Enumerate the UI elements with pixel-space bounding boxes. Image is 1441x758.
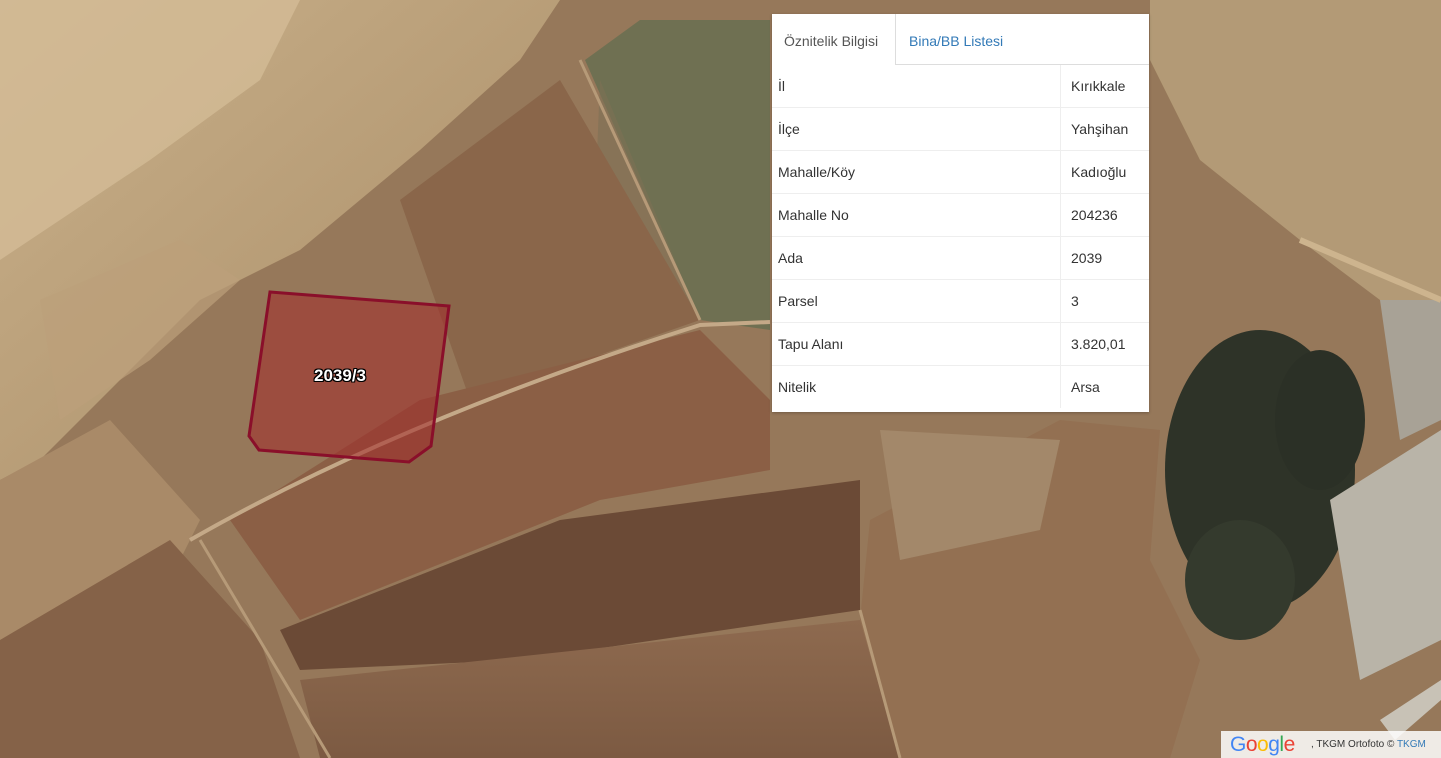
satellite-map[interactable]: 2039/3 (0, 0, 1441, 758)
table-row: Parsel 3 (772, 279, 1149, 323)
row-key-il: İl (772, 65, 1061, 108)
row-value-nitelik: Arsa (1060, 365, 1149, 408)
logo-letter: g (1268, 733, 1280, 756)
attribute-panel: Öznitelik Bilgisi Bina/BB Listesi İl Kır… (772, 14, 1149, 412)
table-row: Tapu Alanı 3.820,01 (772, 322, 1149, 366)
map-attribution: Google , TKGM Ortofoto © TKGM (1221, 731, 1441, 758)
attribute-table: İl Kırıkkale İlçe Yahşihan Mahalle/Köy K… (772, 65, 1149, 408)
logo-letter: o (1257, 733, 1269, 756)
row-value-il: Kırıkkale (1071, 78, 1126, 94)
row-key-ada: Ada (772, 236, 1061, 280)
row-key-ilce: İlçe (772, 107, 1061, 151)
row-value-parsel: 3 (1060, 279, 1149, 323)
row-key-nitelik: Nitelik (772, 365, 1061, 408)
row-key-tapu-alani: Tapu Alanı (772, 322, 1061, 366)
row-value-tapu-alani: 3.820,01 (1060, 322, 1149, 366)
panel-tabs: Öznitelik Bilgisi Bina/BB Listesi (772, 14, 1149, 65)
attribution-text: , TKGM Ortofoto © TKGM (1311, 731, 1426, 758)
tab-attribute-info[interactable]: Öznitelik Bilgisi (772, 14, 896, 65)
table-row: Mahalle No 204236 (772, 193, 1149, 237)
table-row: Nitelik Arsa (772, 365, 1149, 408)
row-value-mahalle-koy: Kadıoğlu (1060, 150, 1149, 194)
tab-building-list[interactable]: Bina/BB Listesi (897, 14, 1015, 64)
table-row: Ada 2039 (772, 236, 1149, 280)
logo-letter: o (1245, 733, 1258, 756)
tkgm-link[interactable]: TKGM (1397, 739, 1426, 750)
satellite-imagery (0, 0, 1441, 758)
row-value-ilce: Yahşihan (1060, 107, 1149, 151)
table-row: İlçe Yahşihan (772, 107, 1149, 151)
row-key-parsel: Parsel (772, 279, 1061, 323)
row-value-ada: 2039 (1060, 236, 1149, 280)
row-key-mahalle-koy: Mahalle/Köy (772, 150, 1061, 194)
row-key-mahalle-no: Mahalle No (772, 193, 1061, 237)
attribution-label: , TKGM Ortofoto © (1311, 739, 1395, 750)
table-row: İl Kırıkkale (772, 65, 1149, 108)
table-row: Mahalle/Köy Kadıoğlu (772, 150, 1149, 194)
parcel-label: 2039/3 (314, 366, 366, 385)
logo-letter: e (1283, 733, 1296, 756)
logo-letter: G (1230, 733, 1246, 756)
row-value-mahalle-no: 204236 (1060, 193, 1149, 237)
google-logo: Google (1230, 732, 1295, 758)
